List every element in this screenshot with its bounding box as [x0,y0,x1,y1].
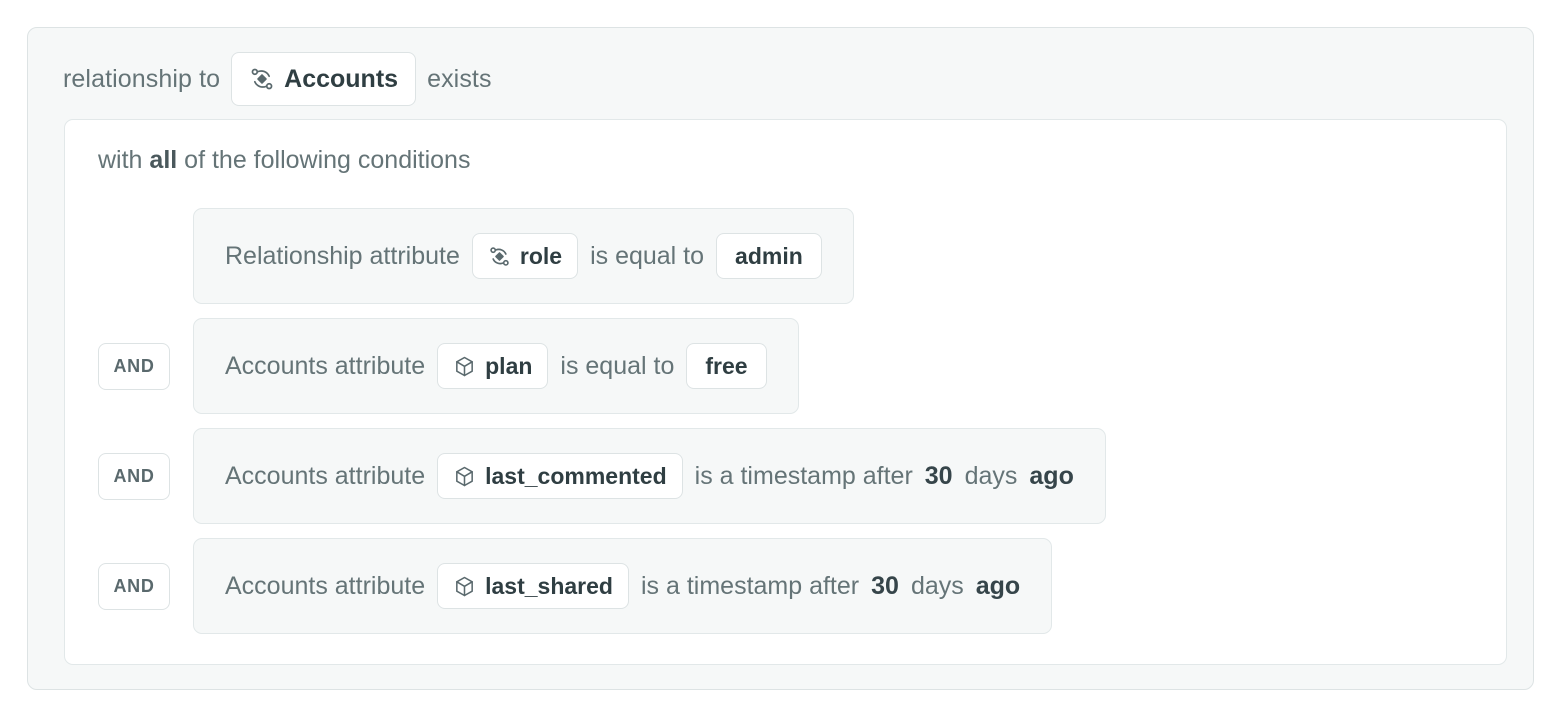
condition-subject-label: Accounts attribute [225,461,426,490]
relationship-suffix-label: exists [427,64,492,93]
join-operator-badge[interactable]: AND [98,562,170,610]
condition-trailing-unit: days [910,571,964,600]
join-operator-slot: AND [98,342,193,390]
condition-subject-label: Accounts attribute [225,571,426,600]
condition-trailing-direction[interactable]: ago [1029,462,1073,491]
entity-chip-accounts[interactable]: Accounts [231,52,417,106]
condition-value-chip[interactable]: free [686,343,767,389]
condition-trailing-direction[interactable]: ago [976,572,1020,601]
conditions-panel-title: with all of the following conditions [98,146,470,175]
cube-icon [453,465,476,488]
condition-row: AND Accounts attribute last_shared is a … [98,538,1478,634]
condition-attribute-chip[interactable]: last_commented [437,453,683,499]
relationship-prefix-label: relationship to [63,64,221,93]
condition-value-chip[interactable]: admin [716,233,822,279]
condition-item[interactable]: Accounts attribute plan is equal to free [193,318,799,414]
condition-attribute-label: last_commented [485,462,667,489]
cube-icon [453,355,476,378]
join-operator-slot: AND [98,452,193,500]
condition-attribute-label: last_shared [485,572,613,599]
relationship-icon [249,66,275,92]
join-operator-slot: AND [98,562,193,610]
condition-attribute-chip[interactable]: plan [437,343,549,389]
condition-attribute-label: role [519,242,563,269]
condition-item[interactable]: Accounts attribute last_commented is a t… [193,428,1106,524]
condition-attribute-chip[interactable]: last_shared [437,563,629,609]
condition-trailing-value[interactable]: 30 [871,572,899,601]
condition-attribute-label: plan [485,352,533,379]
condition-row: AND Accounts attribute last_commented is… [98,428,1478,524]
condition-value-label: free [705,352,748,379]
entity-chip-label: Accounts [284,64,399,93]
condition-operator-label[interactable]: is equal to [560,352,674,381]
condition-operator-label[interactable]: is equal to [590,242,704,271]
conditions-title-prefix: with [98,146,143,174]
condition-operator-label[interactable]: is a timestamp after [641,572,859,601]
condition-operator-label[interactable]: is a timestamp after [695,462,913,491]
condition-trailing-value[interactable]: 30 [925,462,953,491]
relationship-rule-container: relationship to Accounts exists with all… [27,27,1534,690]
conditions-title-operator[interactable]: all [149,146,177,174]
conditions-title-suffix: of the following conditions [184,146,471,174]
cube-icon [453,575,476,598]
join-operator-badge[interactable]: AND [98,452,170,500]
condition-subject-label: Accounts attribute [225,351,426,380]
condition-subject-label: Relationship attribute [225,241,460,270]
join-operator-badge[interactable]: AND [98,342,170,390]
conditions-panel: with all of the following conditions Rel… [64,119,1507,665]
condition-row: AND Accounts attribute plan is equal to … [98,318,1478,414]
condition-value-label: admin [735,242,803,269]
condition-row: Relationship attribute role is equal to … [98,208,1478,304]
conditions-list: Relationship attribute role is equal to … [98,208,1478,634]
condition-attribute-chip[interactable]: role [471,233,579,279]
relationship-header: relationship to Accounts exists [63,52,492,106]
condition-item[interactable]: Relationship attribute role is equal to … [193,208,854,304]
condition-trailing-unit: days [964,461,1018,490]
relationship-icon [488,245,511,268]
condition-item[interactable]: Accounts attribute last_shared is a time… [193,538,1053,634]
